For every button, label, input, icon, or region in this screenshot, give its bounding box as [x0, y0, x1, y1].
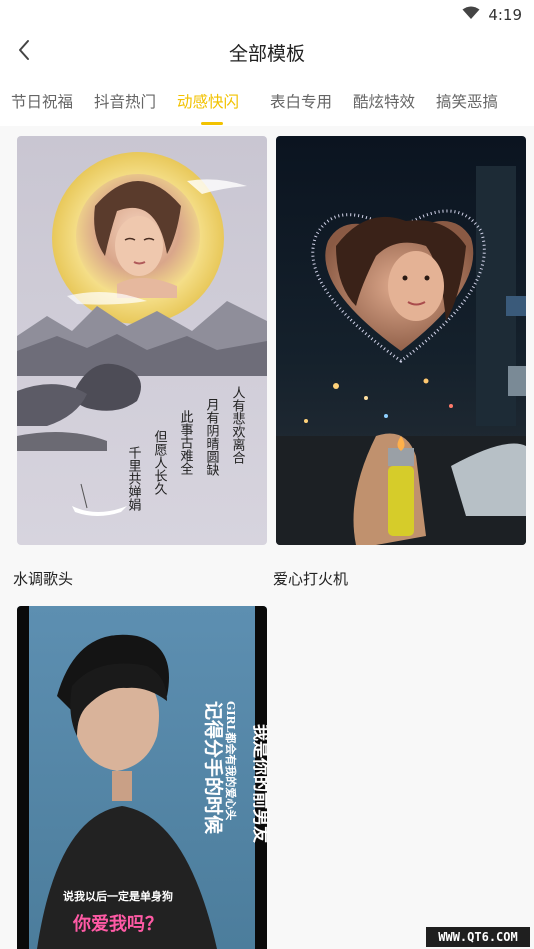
- poem-line: 人有悲欢离合: [230, 386, 246, 464]
- page-title: 全部模板: [228, 43, 305, 65]
- poster-line: 我是你的前男友: [250, 724, 267, 843]
- template-title: 爱心打火机: [273, 570, 349, 588]
- top-bar: 全部模板: [0, 30, 534, 74]
- poem-line: 但愿人长久: [152, 430, 168, 495]
- poster-line: 记得分手的时候: [202, 701, 225, 835]
- active-tab-indicator: [201, 122, 223, 125]
- tab-holiday-wishes[interactable]: 节日祝福: [11, 90, 73, 112]
- poster-line: 你爱我吗？: [72, 913, 163, 935]
- tab-dynamic-flash[interactable]: 动感快闪: [177, 90, 239, 112]
- poster-line: GIRL都会有我的爱心头: [224, 701, 238, 820]
- poem-line: 千里共婵娟: [126, 446, 142, 511]
- template-thumbnail[interactable]: 我是你的前男友 GIRL都会有我的爱心头 记得分手的时候 说我以后一定是单身狗 …: [17, 606, 267, 949]
- tab-douyin-hot[interactable]: 抖音热门: [94, 90, 156, 112]
- status-time: 4:19: [488, 5, 522, 24]
- status-icons: 4:19: [462, 5, 522, 24]
- category-tabs: 节日祝福 抖音热门 动感快闪 表白专用 酷炫特效 搞笑恶搞: [0, 74, 534, 126]
- template-thumbnail[interactable]: [276, 136, 526, 545]
- template-thumbnail[interactable]: 人有悲欢离合 月有阴晴圆缺 此事古难全 但愿人长久 千里共婵娟: [17, 136, 267, 545]
- template-title: 水调歌头: [13, 570, 74, 588]
- poem-line: 月有阴晴圆缺: [204, 398, 220, 476]
- wifi-icon: [462, 5, 480, 24]
- tab-funny-spoof[interactable]: 搞笑恶搞: [436, 90, 498, 112]
- tab-confession[interactable]: 表白专用: [270, 90, 332, 112]
- template-grid: 人有悲欢离合 月有阴晴圆缺 此事古难全 但愿人长久 千里共婵娟 水调歌头 爱心打…: [0, 126, 534, 949]
- poster-line: 说我以后一定是单身狗: [63, 889, 173, 903]
- watermark: WWW.QT6.COM: [426, 927, 530, 947]
- tab-cool-effects[interactable]: 酷炫特效: [353, 90, 415, 112]
- status-bar: 4:19: [0, 0, 534, 30]
- poem-line: 此事古难全: [178, 410, 194, 475]
